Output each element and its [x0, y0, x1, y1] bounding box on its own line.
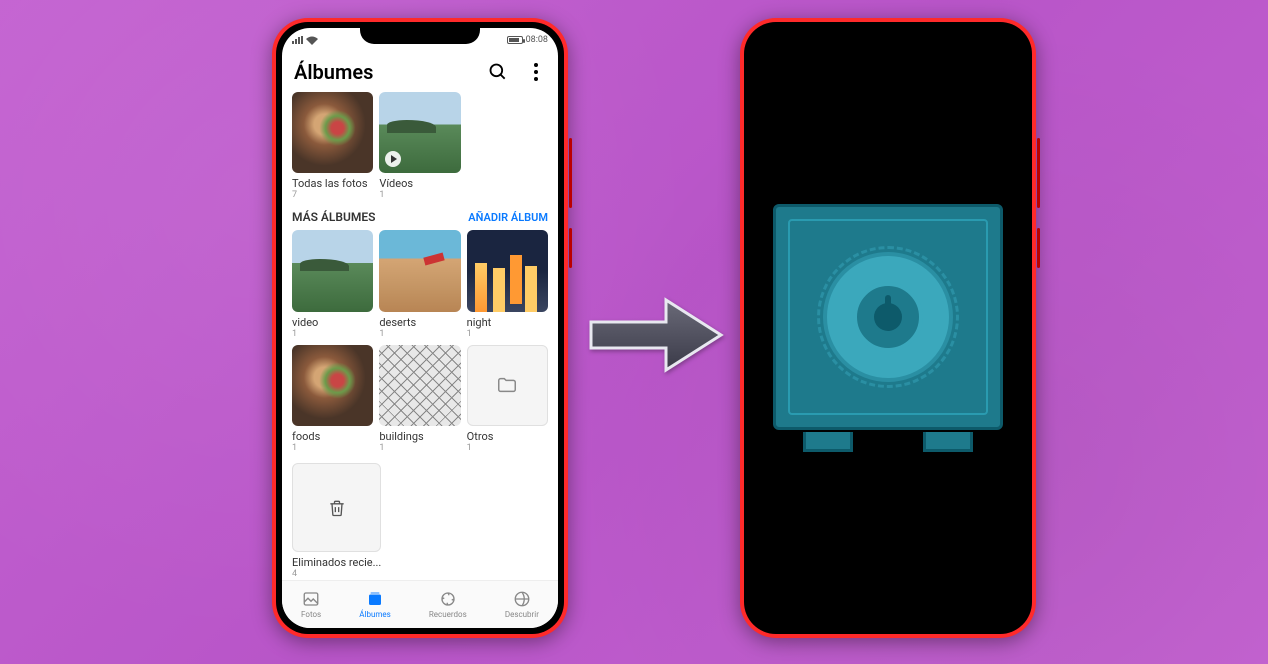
album-thumbnail	[292, 345, 373, 426]
nav-label: Fotos	[301, 610, 321, 619]
volume-button	[569, 138, 572, 208]
album-all-photos[interactable]: Todas las fotos 7	[292, 92, 373, 200]
nav-label: Descubrir	[505, 610, 539, 619]
album-count: 1	[292, 329, 373, 339]
top-albums: Todas las fotos 7 Vídeos 1	[292, 92, 548, 200]
album-label: video	[292, 316, 373, 329]
album-thumbnail	[467, 345, 548, 426]
nav-descubrir[interactable]: Descubrir	[505, 590, 539, 619]
album-thumbnail	[379, 230, 460, 311]
add-album-link[interactable]: AÑADIR ÁLBUM	[468, 211, 548, 224]
section-header: MÁS ÁLBUMES AÑADIR ÁLBUM	[292, 210, 548, 224]
album-label: deserts	[379, 316, 460, 329]
album-count: 1	[379, 443, 460, 453]
notch	[828, 22, 948, 44]
album-thumbnail	[292, 92, 373, 173]
album-videos[interactable]: Vídeos 1	[379, 92, 460, 200]
nav-label: Álbumes	[359, 610, 390, 619]
album-thumbnail	[292, 230, 373, 311]
album-video[interactable]: video 1	[292, 230, 373, 338]
albums-icon	[366, 590, 384, 608]
bottom-nav: Fotos Álbumes Recuerdos	[282, 580, 558, 628]
nav-label: Recuerdos	[429, 610, 467, 619]
album-thumbnail	[292, 463, 381, 552]
album-label: Vídeos	[379, 177, 460, 190]
battery-icon	[507, 36, 523, 44]
trash-icon	[327, 498, 347, 518]
play-icon	[385, 151, 401, 167]
album-deserts[interactable]: deserts 1	[379, 230, 460, 338]
album-buildings[interactable]: buildings 1	[379, 345, 460, 453]
folder-icon	[496, 374, 518, 396]
status-time: 08:08	[526, 35, 548, 45]
header: Álbumes	[282, 52, 558, 92]
album-count: 1	[467, 329, 548, 339]
volume-button	[1037, 138, 1040, 208]
nav-fotos[interactable]: Fotos	[301, 590, 321, 619]
safe-dial-icon	[823, 252, 953, 382]
arrow-icon	[586, 290, 726, 380]
album-label: buildings	[379, 430, 460, 443]
phone-safe	[740, 18, 1036, 638]
more-icon[interactable]	[526, 62, 546, 82]
album-count: 1	[379, 190, 460, 200]
safe-illustration	[773, 204, 1003, 452]
album-label: night	[467, 316, 548, 329]
memories-icon	[439, 590, 457, 608]
album-label: foods	[292, 430, 373, 443]
album-count: 1	[467, 443, 548, 453]
power-button	[569, 228, 572, 268]
album-count: 1	[292, 443, 373, 453]
phone-gallery: 08:08 Álbumes Todas las fotos 7	[272, 18, 568, 638]
power-button	[1037, 228, 1040, 268]
album-foods[interactable]: foods 1	[292, 345, 373, 453]
album-others[interactable]: Otros 1	[467, 345, 548, 453]
nav-recuerdos[interactable]: Recuerdos	[429, 590, 467, 619]
signal-icon	[292, 36, 303, 44]
photos-icon	[302, 590, 320, 608]
album-label: Todas las fotos	[292, 177, 373, 190]
album-count: 7	[292, 190, 373, 200]
album-deleted[interactable]: Eliminados recie... 4	[292, 463, 381, 579]
album-count: 4	[292, 569, 381, 579]
album-label: Otros	[467, 430, 548, 443]
album-night[interactable]: night 1	[467, 230, 548, 338]
search-icon[interactable]	[488, 62, 508, 82]
album-thumbnail	[379, 92, 460, 173]
album-thumbnail	[467, 230, 548, 311]
deleted-section: Eliminados recie... 4	[292, 463, 548, 579]
page-title: Álbumes	[294, 60, 373, 84]
album-count: 1	[379, 329, 460, 339]
notch	[360, 22, 480, 44]
nav-albumes[interactable]: Álbumes	[359, 590, 390, 619]
discover-icon	[513, 590, 531, 608]
section-title: MÁS ÁLBUMES	[292, 210, 376, 224]
album-label: Eliminados recie...	[292, 556, 381, 569]
album-thumbnail	[379, 345, 460, 426]
wifi-icon	[306, 36, 318, 45]
more-albums: video 1 deserts 1 night 1	[292, 230, 548, 453]
